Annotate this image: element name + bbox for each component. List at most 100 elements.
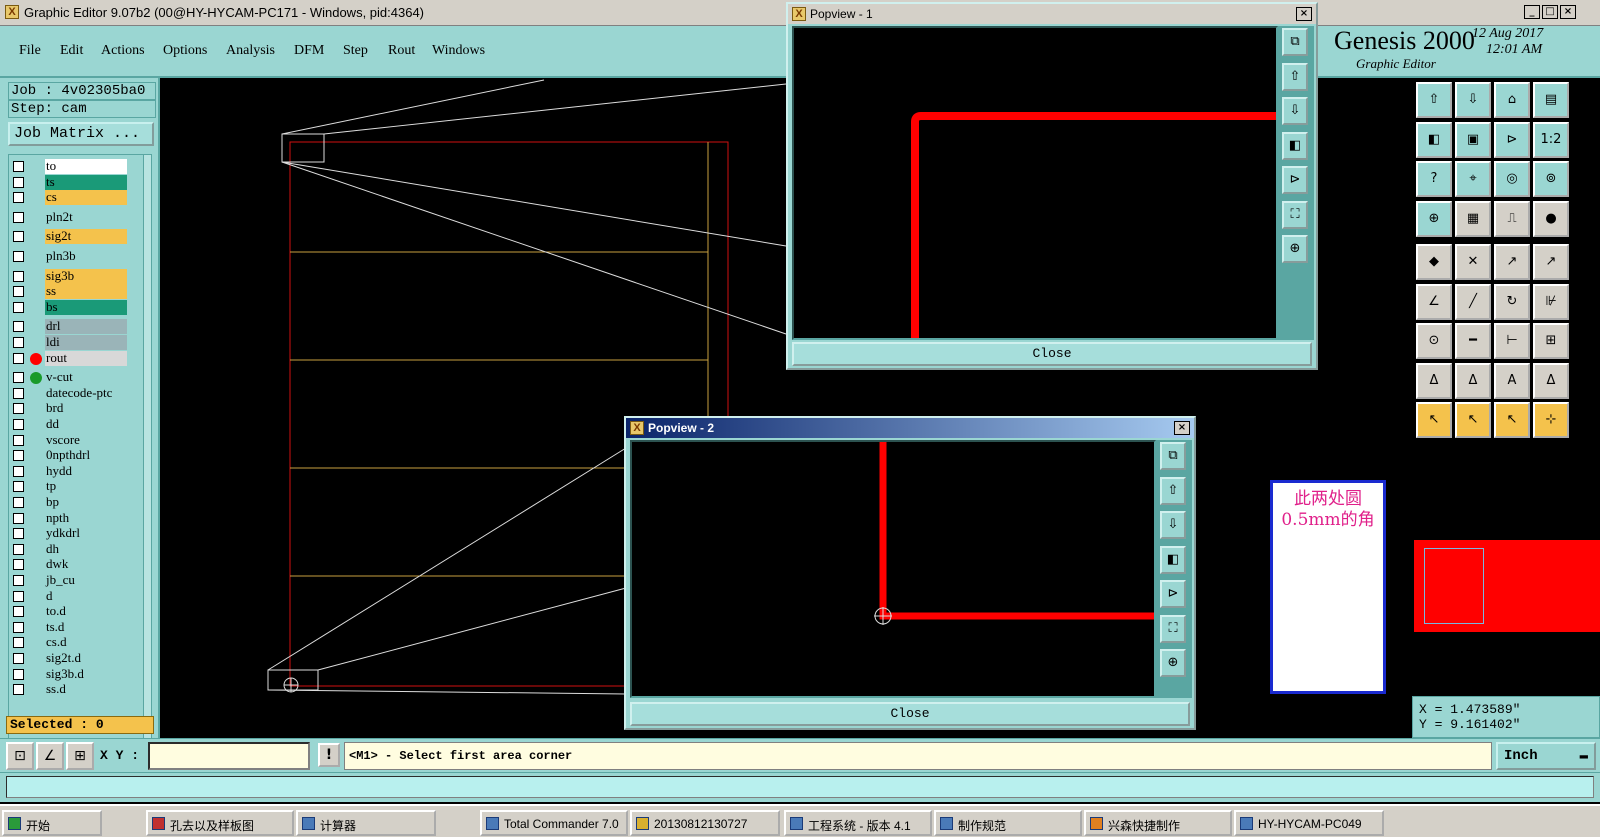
layer-row[interactable]: npth — [9, 510, 131, 526]
popview-2-close-button[interactable]: Close — [630, 702, 1190, 726]
menu-windows[interactable]: Windows — [432, 43, 485, 59]
zoom-out-icon[interactable]: ⌂ — [1494, 82, 1530, 118]
layer-row[interactable]: sig3b — [9, 268, 131, 284]
fit-icon[interactable]: ⊳ — [1494, 121, 1530, 158]
menu-options[interactable]: Options — [163, 43, 207, 59]
layer-row[interactable]: rout — [9, 350, 131, 366]
task-item[interactable]: 20130812130727 — [630, 810, 780, 836]
layer-checkbox[interactable] — [13, 606, 24, 618]
menu-file[interactable]: File — [19, 43, 41, 59]
layer-checkbox[interactable] — [13, 251, 24, 262]
popview-2-pan-down-icon[interactable]: ⇩ — [1160, 511, 1186, 539]
layer-row[interactable]: to.d — [9, 604, 131, 620]
layer-row[interactable]: bs — [9, 299, 131, 315]
popview-2-zoom-fit-icon[interactable]: ⛶ — [1160, 614, 1186, 643]
popview-1-zoom-center-icon[interactable]: ⊕ — [1282, 235, 1308, 263]
layer-row[interactable]: v-cut — [9, 370, 131, 386]
menu-actions[interactable]: Actions — [101, 43, 145, 59]
layer-checkbox[interactable] — [13, 497, 24, 508]
edit-line-icon[interactable]: ∠ — [1416, 283, 1452, 320]
layer-row[interactable]: drl — [9, 319, 131, 335]
layer-row[interactable]: sig2t — [9, 229, 131, 245]
layer-row[interactable]: datecode-ptc — [9, 385, 131, 401]
menu-rout[interactable]: Rout — [388, 43, 415, 59]
delete-icon[interactable]: ✕ — [1455, 244, 1491, 280]
highlight-icon[interactable]: ⊚ — [1533, 161, 1569, 197]
task-item[interactable]: 工程系统 - 版本 4.1 — [784, 810, 932, 836]
layer-row[interactable]: hydd — [9, 463, 131, 479]
close-button[interactable]: × — [1560, 5, 1576, 19]
layer-row[interactable]: to — [9, 159, 131, 174]
help-icon[interactable]: ? — [1416, 161, 1452, 197]
layer-checkbox[interactable] — [13, 481, 24, 493]
layer-row[interactable]: ldi — [9, 335, 131, 350]
layer-checkbox[interactable] — [13, 419, 24, 430]
minimap[interactable] — [1414, 540, 1600, 632]
alert-button[interactable]: ! — [318, 743, 340, 767]
layer-checkbox[interactable] — [13, 575, 24, 586]
text-b-icon[interactable]: Δ — [1455, 362, 1491, 399]
popview-1-pan-left-icon[interactable]: ◧ — [1282, 131, 1308, 160]
menu-dfm[interactable]: DFM — [294, 43, 324, 59]
layer-checkbox[interactable] — [13, 270, 24, 282]
layer-row[interactable]: ss.d — [9, 682, 131, 698]
layer-checkbox[interactable] — [13, 653, 24, 664]
snap-icon[interactable]: ⌖ — [1455, 161, 1491, 197]
angle-snap-icon[interactable]: ∠ — [36, 742, 64, 770]
grid-icon[interactable]: ⊞ — [66, 742, 94, 770]
layer-checkbox[interactable] — [13, 372, 24, 384]
route-icon[interactable]: ⊹ — [1533, 402, 1569, 438]
popview-1-view[interactable] — [792, 26, 1278, 340]
layer-row[interactable]: cs — [9, 190, 131, 206]
job-matrix-button[interactable]: Job Matrix ... — [8, 122, 154, 146]
popview-2-close-x[interactable]: × — [1174, 421, 1190, 435]
layer-row[interactable]: sig3b.d — [9, 666, 131, 682]
layer-checkbox[interactable] — [13, 434, 24, 446]
layer-row[interactable]: ydkdrl — [9, 526, 131, 542]
popview-1-pan-up-icon[interactable]: ⇧ — [1282, 62, 1308, 91]
popview-1-close-x[interactable]: × — [1296, 7, 1312, 21]
layer-row[interactable]: sig2t.d — [9, 651, 131, 666]
zoom-window-icon[interactable]: ▤ — [1533, 82, 1569, 118]
layer-checkbox[interactable] — [13, 637, 24, 649]
layer-row[interactable]: tp — [9, 479, 131, 495]
popview-1-close-button[interactable]: Close — [792, 342, 1312, 366]
layer-checkbox[interactable] — [13, 684, 24, 696]
popview-1-copy-view-icon[interactable]: ⧉ — [1282, 28, 1308, 56]
layer-checkbox[interactable] — [13, 176, 24, 188]
popview-2-view[interactable] — [630, 440, 1156, 698]
layer-checkbox[interactable] — [13, 559, 24, 571]
text-a-icon[interactable]: Δ — [1416, 362, 1452, 399]
ruler-icon[interactable]: ⎍ — [1494, 200, 1530, 237]
add-pad-icon[interactable]: ⊙ — [1416, 323, 1452, 359]
pan-right-icon[interactable]: ▣ — [1455, 121, 1491, 158]
menu-edit[interactable]: Edit — [60, 43, 83, 59]
layer-row[interactable]: pln2t — [9, 209, 131, 225]
layer-checkbox[interactable] — [13, 543, 24, 555]
task-item[interactable]: 计算器 — [296, 810, 436, 836]
layer-checkbox[interactable] — [13, 387, 24, 399]
layer-checkbox[interactable] — [13, 352, 24, 364]
layer-row[interactable]: dh — [9, 541, 131, 557]
move-icon[interactable]: ↗ — [1494, 244, 1530, 280]
pan-left-icon[interactable]: ◧ — [1416, 121, 1452, 158]
layer-scrollbar[interactable] — [143, 155, 151, 783]
popview-2-pan-left-icon[interactable]: ◧ — [1160, 545, 1186, 574]
add-line-icon[interactable]: ━ — [1455, 323, 1491, 359]
layer-checkbox[interactable] — [13, 192, 24, 204]
fill-icon[interactable]: ● — [1533, 200, 1569, 237]
task-item[interactable]: HY-HYCAM-PC049 — [1234, 810, 1384, 836]
layer-checkbox[interactable] — [13, 512, 24, 524]
maximize-button[interactable]: □ — [1542, 5, 1558, 19]
select-box-icon[interactable]: ↖ — [1455, 402, 1491, 438]
snap-grid-icon[interactable]: ⊡ — [6, 742, 34, 770]
layer-checkbox[interactable] — [13, 286, 24, 298]
feature-icon[interactable]: ◆ — [1416, 244, 1452, 280]
minimize-button[interactable]: _ — [1524, 5, 1540, 19]
layer-checkbox[interactable] — [13, 231, 24, 243]
layer-checkbox[interactable] — [13, 465, 24, 477]
layer-checkbox[interactable] — [13, 301, 24, 313]
layer-checkbox[interactable] — [13, 321, 24, 333]
zoom-home-icon[interactable]: ⇧ — [1416, 82, 1452, 118]
display-icon[interactable]: ▦ — [1455, 200, 1491, 237]
